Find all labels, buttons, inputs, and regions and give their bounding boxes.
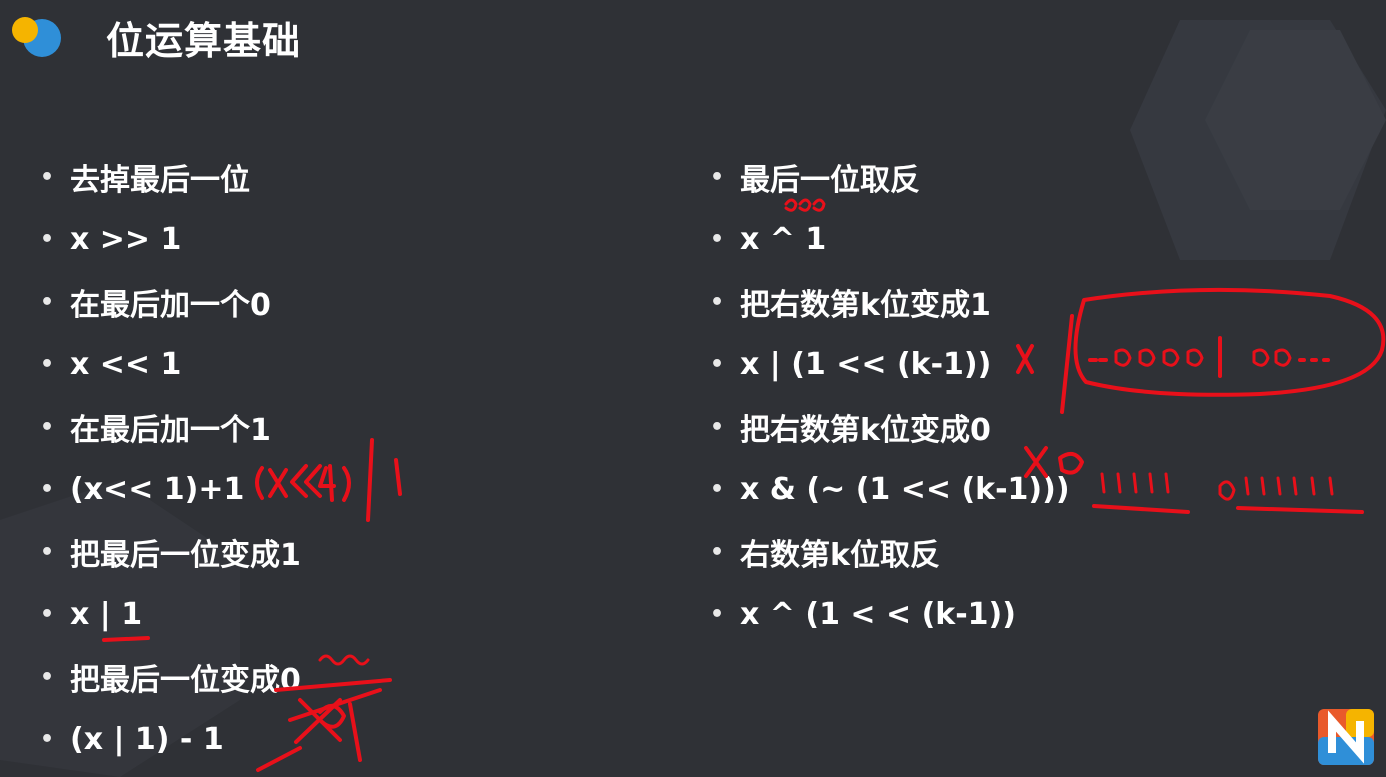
list-item-text: x << 1 bbox=[70, 347, 182, 383]
list-item-text: 把最后一位变成0 bbox=[70, 663, 301, 699]
list-item-text: 把右数第k位变成0 bbox=[740, 413, 991, 449]
list-item: • 把右数第k位变成0 bbox=[710, 396, 1070, 459]
list-item-text: x ^ 1 bbox=[740, 222, 827, 258]
list-item-text: (x | 1) - 1 bbox=[70, 722, 224, 758]
bullet-icon: • bbox=[40, 664, 55, 690]
bullet-icon: • bbox=[710, 539, 725, 565]
bullet-icon: • bbox=[710, 414, 725, 440]
list-item: • 去掉最后一位 bbox=[40, 146, 301, 209]
list-item-text: 右数第k位取反 bbox=[740, 538, 940, 574]
bullet-icon: • bbox=[710, 164, 725, 190]
n-badge-icon bbox=[1318, 709, 1374, 765]
bullet-icon: • bbox=[40, 414, 55, 440]
list-item: • x & (~ (1 << (k-1))) bbox=[710, 459, 1070, 522]
list-item-text: 在最后加一个1 bbox=[70, 413, 271, 449]
bullet-icon: • bbox=[710, 477, 725, 503]
bullet-icon: • bbox=[40, 727, 55, 753]
list-item: • x ^ 1 bbox=[710, 209, 1070, 272]
list-item: • x | (1 << (k-1)) bbox=[710, 334, 1070, 397]
right-bullet-list: • 最后一位取反 • x ^ 1 • 把右数第k位变成1 • x | (1 << (k-… bbox=[710, 146, 1070, 646]
list-item: • 在最后加一个0 bbox=[40, 271, 301, 334]
list-item: • x | 1 bbox=[40, 584, 301, 647]
list-item-text: 在最后加一个0 bbox=[70, 288, 271, 324]
bullet-icon: • bbox=[710, 227, 725, 253]
list-item-text: (x<< 1)+1 bbox=[70, 472, 245, 508]
bullet-icon: • bbox=[40, 477, 55, 503]
list-item: • (x | 1) - 1 bbox=[40, 709, 301, 772]
list-item-text: x & (~ (1 << (k-1))) bbox=[740, 472, 1070, 508]
list-item-text: 把右数第k位变成1 bbox=[740, 288, 991, 324]
bullet-icon: • bbox=[710, 352, 725, 378]
list-item: • 把最后一位变成0 bbox=[40, 646, 301, 709]
bullet-icon: • bbox=[710, 289, 725, 315]
left-bullet-list: • 去掉最后一位 • x >> 1 • 在最后加一个0 • x << 1 • 在最后加一个… bbox=[40, 146, 301, 771]
bullet-icon: • bbox=[40, 602, 55, 628]
bullet-icon: • bbox=[40, 352, 55, 378]
bullet-icon: • bbox=[40, 289, 55, 315]
list-item-text: x | (1 << (k-1)) bbox=[740, 347, 992, 383]
list-item-text: x >> 1 bbox=[70, 222, 182, 258]
list-item-text: 把最后一位变成1 bbox=[70, 538, 301, 574]
list-item: • x >> 1 bbox=[40, 209, 301, 272]
list-item: • 在最后加一个1 bbox=[40, 396, 301, 459]
list-item: • 把最后一位变成1 bbox=[40, 521, 301, 584]
list-item-text: x ^ (1 < < (k-1)) bbox=[740, 597, 1016, 633]
list-item: • 把右数第k位变成1 bbox=[710, 271, 1070, 334]
bullet-icon: • bbox=[710, 602, 725, 628]
logo-dots-icon bbox=[12, 17, 61, 57]
list-item: • x << 1 bbox=[40, 334, 301, 397]
list-item-text: 去掉最后一位 bbox=[70, 163, 250, 199]
list-item: • x ^ (1 < < (k-1)) bbox=[710, 584, 1070, 647]
list-item: • (x<< 1)+1 bbox=[40, 459, 301, 522]
list-item: • 右数第k位取反 bbox=[710, 521, 1070, 584]
page-title: 位运算基础 bbox=[106, 19, 302, 63]
list-item: • 最后一位取反 bbox=[710, 146, 1070, 209]
list-item-text: 最后一位取反 bbox=[740, 163, 920, 199]
bullet-icon: • bbox=[40, 227, 55, 253]
list-item-text: x | 1 bbox=[70, 597, 143, 633]
bullet-icon: • bbox=[40, 164, 55, 190]
bullet-icon: • bbox=[40, 539, 55, 565]
